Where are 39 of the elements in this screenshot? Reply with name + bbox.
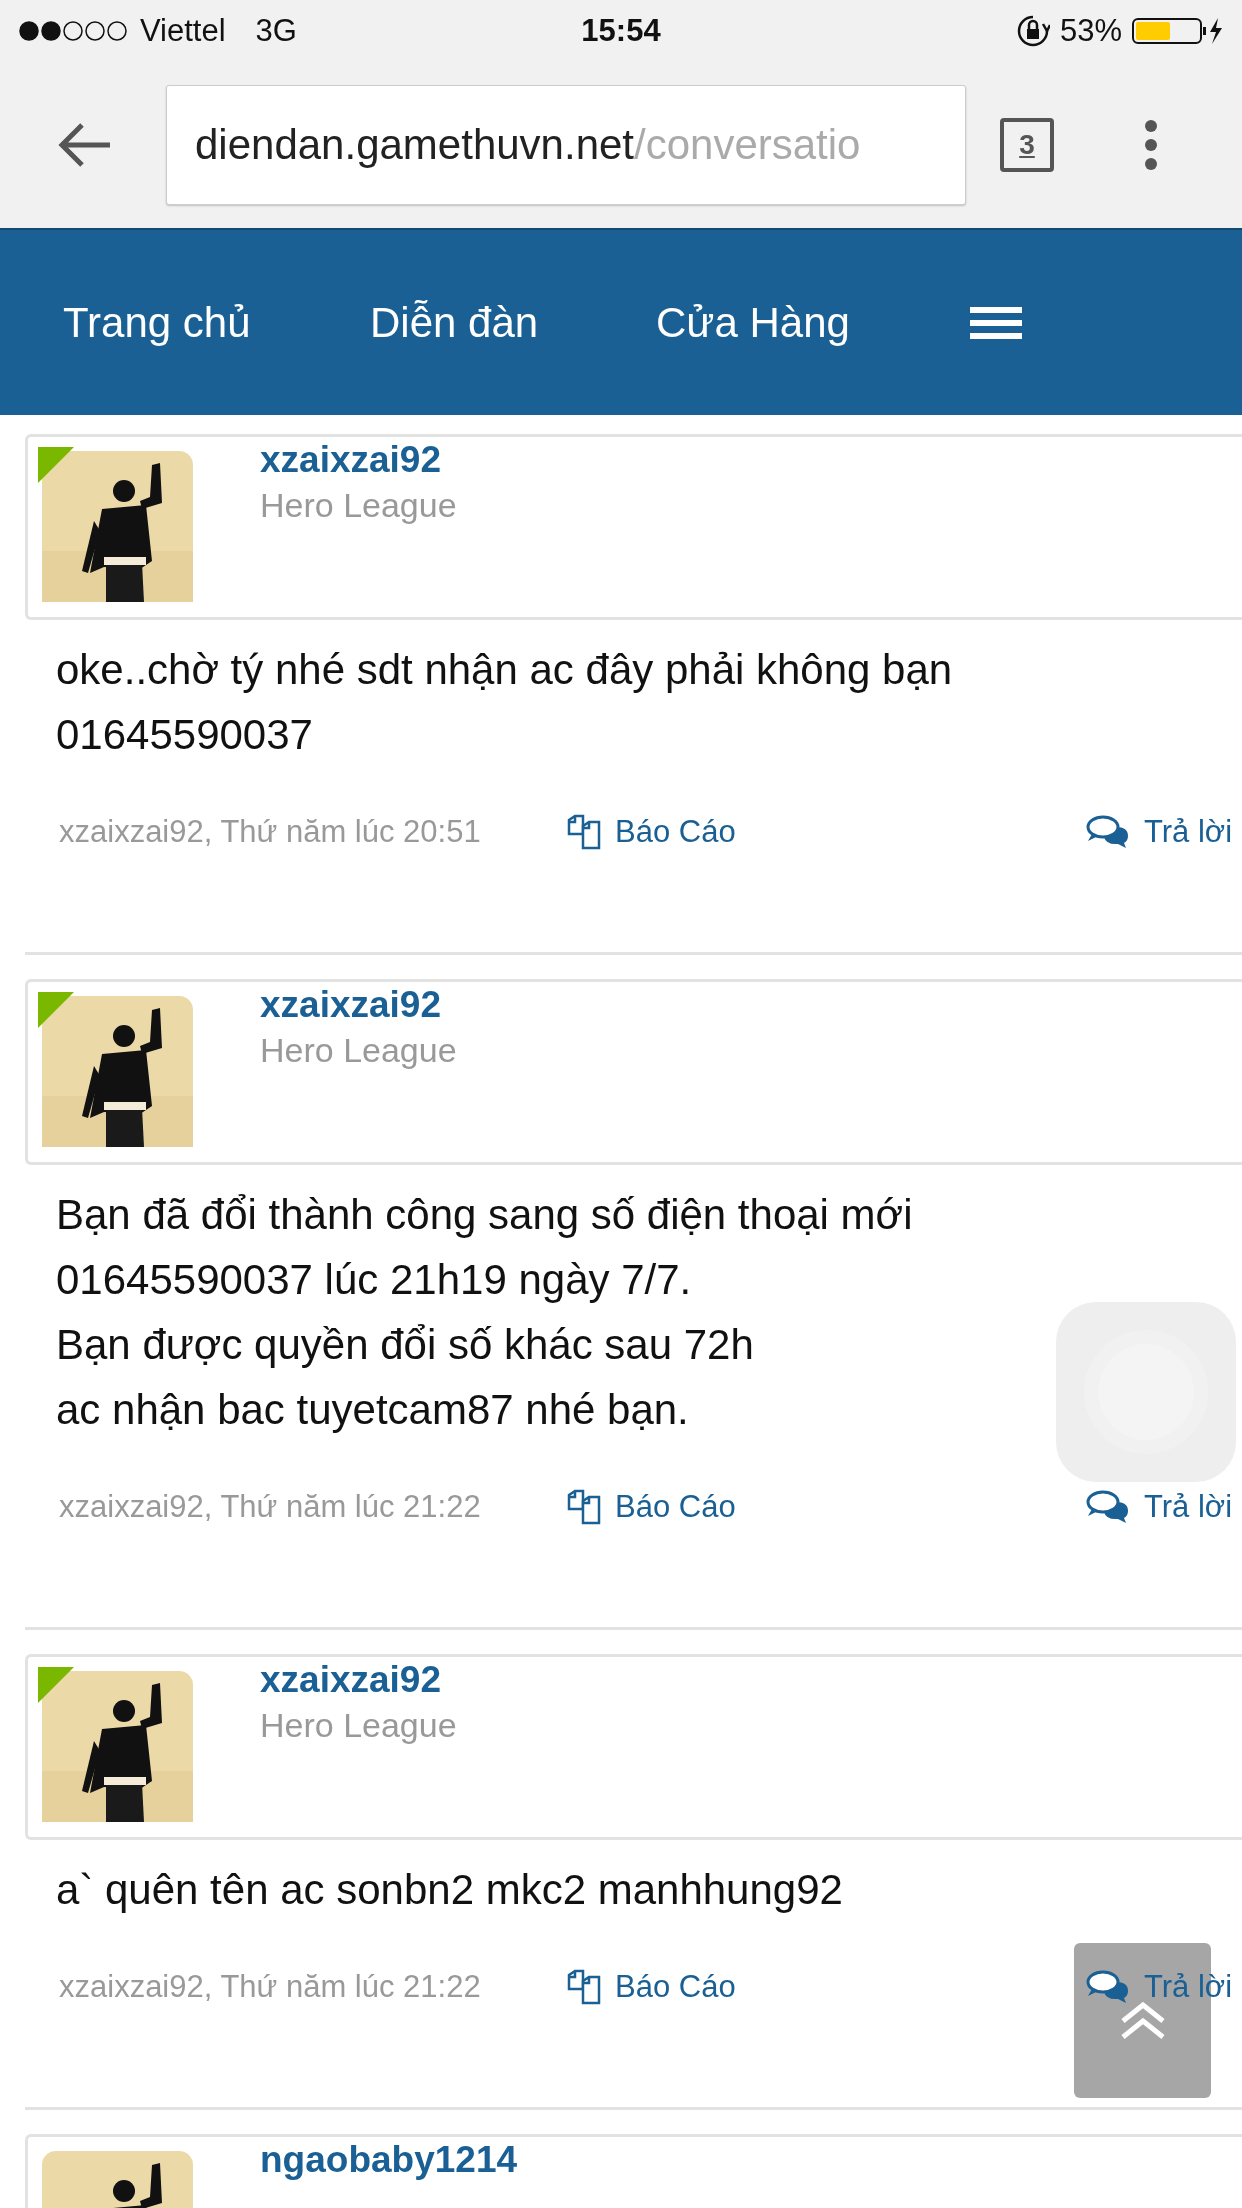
carrier-name: Viettel: [140, 13, 226, 49]
speech-bubbles-icon: [1086, 1490, 1130, 1524]
tab-count-button[interactable]: 3: [1000, 118, 1054, 172]
speech-bubbles-icon: [1086, 1970, 1130, 2004]
post-meta: xzaixzai92, Thứ năm lúc 20:51: [59, 814, 481, 850]
reply-link[interactable]: Trả lời: [1086, 1969, 1233, 2005]
address-bar[interactable]: diendan.gamethuvn.net/conversatio: [166, 85, 966, 205]
battery-percent: 53%: [1059, 13, 1122, 49]
speech-bubbles-icon: [1086, 815, 1130, 849]
message-text: a` quên tên ac sonbn2 mkc2 manhhung92: [56, 1865, 844, 1915]
username-link[interactable]: xzaixzai92: [260, 982, 442, 1028]
reply-link[interactable]: Trả lời: [1086, 814, 1233, 850]
username-link[interactable]: xzaixzai92: [260, 1657, 442, 1703]
user-rank: Hero League: [260, 1030, 457, 1071]
more-options-icon[interactable]: [1144, 119, 1158, 171]
report-link[interactable]: Báo Cáo: [567, 1969, 736, 2005]
username-link[interactable]: xzaixzai92: [260, 437, 442, 483]
message-text: oke..chờ tý nhé sdt nhận ac đây phải không bạn 01645590037: [56, 645, 954, 760]
post-meta: xzaixzai92, Thứ năm lúc 21:22: [59, 1489, 481, 1525]
signal-strength-icon: [18, 20, 130, 42]
reply-link[interactable]: Trả lời: [1086, 1489, 1233, 1525]
nav-link[interactable]: Trang chủ: [63, 298, 370, 347]
user-rank: Hero League: [260, 485, 457, 526]
message-text: Bạn đã đổi thành công sang số điện thoại mới 01645590037 lúc 21h19 ngày 7/7. Bạn được quyền đổi số khác sau 72h ac nhận bac tuyetcam87 nhé bạn.: [56, 1190, 914, 1435]
copy-icon: [567, 1489, 601, 1525]
copy-icon: [567, 1969, 601, 2005]
battery-charging-icon: [1132, 16, 1224, 46]
report-link[interactable]: Báo Cáo: [567, 1489, 736, 1525]
network-type: 3G: [255, 13, 297, 49]
nav-link[interactable]: Cửa Hàng: [656, 298, 970, 347]
user-rank: Hero League: [260, 1705, 457, 1746]
post-meta: xzaixzai92, Thứ năm lúc 21:22: [59, 1969, 481, 2005]
nav-link[interactable]: Diễn đàn: [370, 298, 656, 347]
username-link[interactable]: ngaobaby1214: [260, 2137, 518, 2183]
rotation-lock-icon: [1015, 14, 1050, 48]
menu-icon[interactable]: [970, 304, 1022, 341]
clock-time: 15:54: [580, 13, 662, 49]
copy-icon: [567, 814, 601, 850]
report-link[interactable]: Báo Cáo: [567, 814, 736, 850]
